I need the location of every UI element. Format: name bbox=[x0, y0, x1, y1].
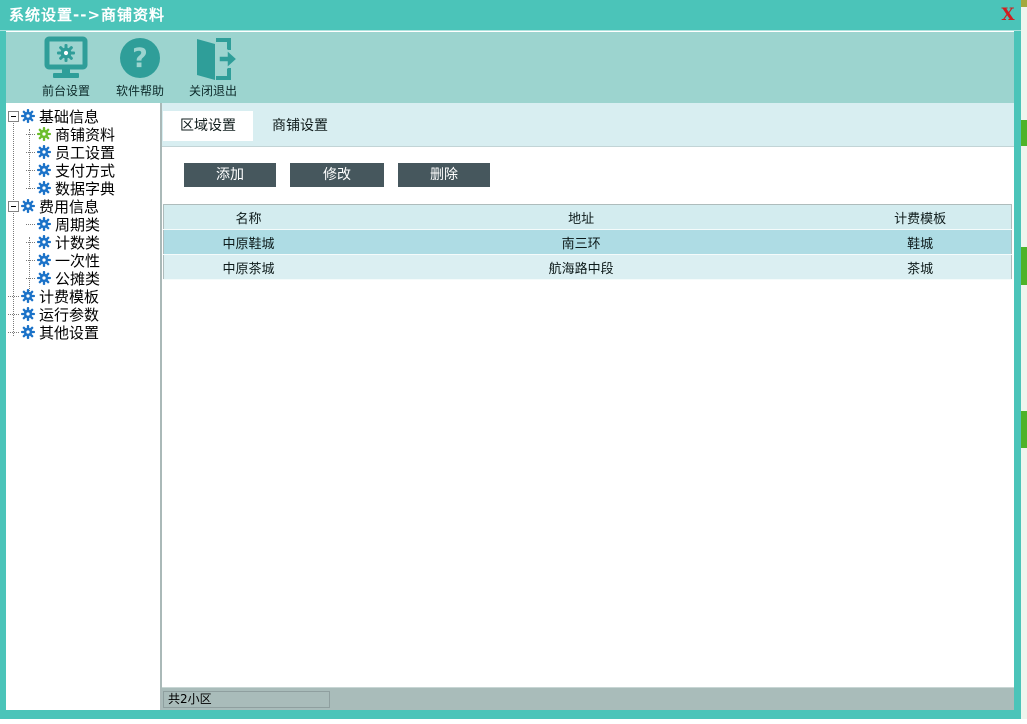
monitor-gear-icon bbox=[43, 36, 89, 82]
tree-connector bbox=[26, 224, 35, 225]
cell-template: 鞋城 bbox=[829, 230, 1011, 255]
gear-icon-selected bbox=[37, 127, 51, 141]
sidebar-item-period-type[interactable]: 周期类 bbox=[6, 215, 160, 233]
software-help-button[interactable]: ? 软件帮助 bbox=[106, 36, 174, 100]
table-row-selected[interactable]: 中原鞋城 南三环 鞋城 bbox=[164, 230, 1012, 255]
sidebar-item-employee-settings[interactable]: 员工设置 bbox=[6, 143, 160, 161]
column-header-name[interactable]: 名称 bbox=[164, 205, 334, 230]
sidebar-item-shared-type[interactable]: 公摊类 bbox=[6, 269, 160, 287]
window-border-right bbox=[1014, 31, 1021, 719]
gear-icon bbox=[37, 163, 51, 177]
gear-icon bbox=[37, 253, 51, 267]
gear-icon bbox=[21, 199, 35, 213]
cell-address: 南三环 bbox=[333, 230, 829, 255]
cell-name: 中原茶城 bbox=[164, 255, 334, 280]
tab-region-settings[interactable]: 区域设置 bbox=[163, 111, 253, 141]
gear-icon bbox=[37, 271, 51, 285]
gear-icon bbox=[37, 145, 51, 159]
tab-strip: 区域设置 商铺设置 bbox=[162, 103, 1014, 147]
sidebar-item-other-settings[interactable]: 其他设置 bbox=[6, 323, 160, 341]
close-exit-button[interactable]: 关闭退出 bbox=[179, 36, 247, 100]
desktop-edge-strip bbox=[1021, 0, 1027, 719]
tree-connector bbox=[26, 170, 35, 171]
gear-icon bbox=[21, 307, 35, 321]
sidebar-item-count-type[interactable]: 计数类 bbox=[6, 233, 160, 251]
window-border-bottom bbox=[0, 710, 1021, 719]
tree-connector bbox=[26, 242, 35, 243]
sidebar-item-run-parameters[interactable]: 运行参数 bbox=[6, 305, 160, 323]
tree-connector bbox=[26, 134, 35, 135]
sidebar-item-label: 其他设置 bbox=[39, 322, 99, 343]
edge-fragment bbox=[1021, 0, 1027, 7]
gear-icon bbox=[37, 235, 51, 249]
cell-name: 中原鞋城 bbox=[164, 230, 334, 255]
table-row[interactable]: 中原茶城 航海路中段 茶城 bbox=[164, 255, 1012, 280]
title-bar: 系统设置-->商铺资料 bbox=[0, 0, 1021, 31]
tree-connector bbox=[26, 152, 35, 153]
add-button[interactable]: 添加 bbox=[184, 163, 276, 187]
collapse-toggle-icon[interactable] bbox=[8, 201, 19, 212]
sidebar-item-billing-template[interactable]: 计费模板 bbox=[6, 287, 160, 305]
gear-icon bbox=[21, 109, 35, 123]
tree-connector bbox=[8, 296, 19, 297]
tree-connector bbox=[8, 314, 19, 315]
delete-button[interactable]: 删除 bbox=[398, 163, 490, 187]
help-icon: ? bbox=[117, 36, 163, 82]
status-bar: 共2小区 bbox=[162, 687, 1014, 710]
table-header-row: 名称 地址 计费模板 bbox=[164, 205, 1012, 230]
main-content: 区域设置 商铺设置 添加 修改 删除 名称 地址 计费模板 中原鞋城 南三环 鞋… bbox=[162, 103, 1014, 710]
toolbar-button-label: 前台设置 bbox=[32, 82, 100, 99]
toolbar-button-label: 关闭退出 bbox=[179, 82, 247, 99]
modify-button[interactable]: 修改 bbox=[290, 163, 384, 187]
cell-address: 航海路中段 bbox=[333, 255, 829, 280]
edge-fragment bbox=[1021, 411, 1027, 448]
sidebar-item-data-dictionary[interactable]: 数据字典 bbox=[6, 179, 160, 197]
app-window: 系统设置-->商铺资料 X 前台设置 ? 软件帮助 bbox=[0, 0, 1027, 724]
tree-connector bbox=[26, 278, 35, 279]
toolbar: 前台设置 ? 软件帮助 关闭退出 bbox=[6, 32, 1014, 103]
sidebar-item-one-time[interactable]: 一次性 bbox=[6, 251, 160, 269]
tree-connector bbox=[26, 188, 35, 189]
edge-fragment bbox=[1021, 247, 1027, 285]
frontdesk-settings-button[interactable]: 前台设置 bbox=[32, 36, 100, 100]
collapse-toggle-icon[interactable] bbox=[8, 111, 19, 122]
cell-template: 茶城 bbox=[829, 255, 1011, 280]
gear-icon bbox=[21, 289, 35, 303]
svg-text:?: ? bbox=[132, 43, 148, 74]
tab-shop-settings[interactable]: 商铺设置 bbox=[254, 111, 346, 141]
tree-connector bbox=[26, 260, 35, 261]
sidebar-item-payment-methods[interactable]: 支付方式 bbox=[6, 161, 160, 179]
tree-connector bbox=[8, 332, 19, 333]
sidebar-item-basic-info[interactable]: 基础信息 bbox=[6, 107, 160, 125]
sidebar-item-shop-info[interactable]: 商铺资料 bbox=[6, 125, 160, 143]
toolbar-button-label: 软件帮助 bbox=[106, 82, 174, 99]
gear-icon bbox=[37, 217, 51, 231]
column-header-address[interactable]: 地址 bbox=[333, 205, 829, 230]
close-button[interactable]: X bbox=[997, 4, 1019, 26]
sidebar-item-fee-info[interactable]: 费用信息 bbox=[6, 197, 160, 215]
region-table: 名称 地址 计费模板 中原鞋城 南三环 鞋城 中原茶城 航海路中段 茶城 bbox=[163, 204, 1012, 280]
gear-icon bbox=[37, 181, 51, 195]
window-title: 系统设置-->商铺资料 bbox=[9, 0, 165, 30]
column-header-template[interactable]: 计费模板 bbox=[829, 205, 1011, 230]
edge-fragment bbox=[1021, 120, 1027, 146]
gear-icon bbox=[21, 325, 35, 339]
status-count: 共2小区 bbox=[163, 691, 330, 708]
exit-door-icon bbox=[190, 36, 236, 82]
sidebar-tree: 基础信息 商铺资料 员工设置 支付方式 数据字典 费用信息 bbox=[6, 103, 160, 710]
